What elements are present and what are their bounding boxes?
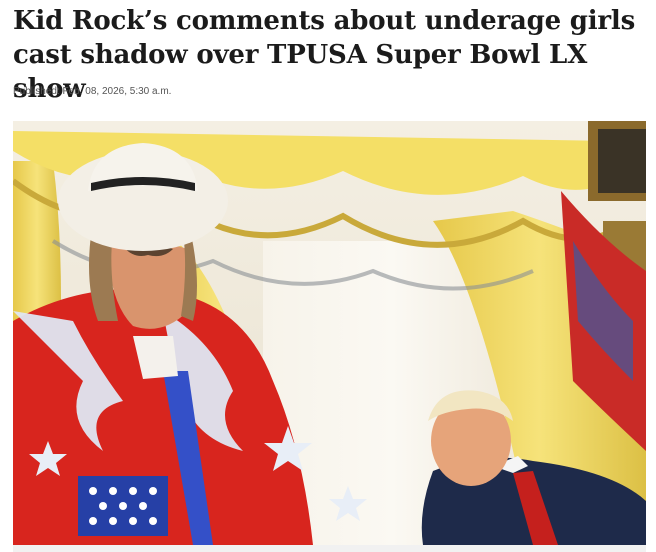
news-photo-icon — [13, 121, 646, 545]
published-label: Published: — [13, 86, 60, 97]
published-date: Feb. 08, 2026, 5:30 a.m. — [62, 86, 172, 97]
article-photo[interactable] — [13, 121, 646, 545]
image-caption-strip — [13, 545, 646, 552]
published-dateline: Published: Feb. 08, 2026, 5:30 a.m. — [13, 86, 171, 97]
